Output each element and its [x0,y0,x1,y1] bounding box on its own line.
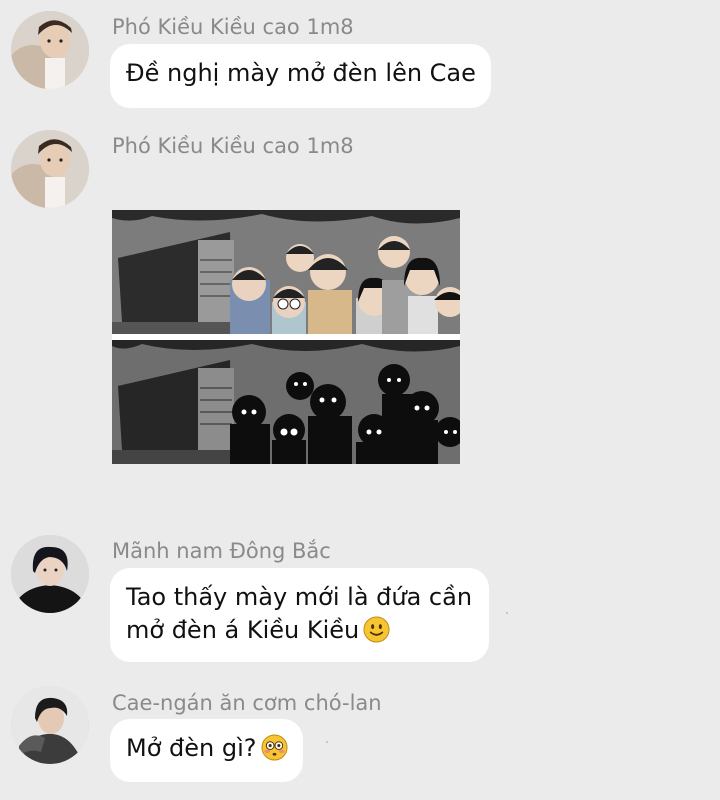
message-bubble[interactable]: Đề nghị mày mở đèn lên Cae [110,44,491,108]
message-text: Mở đèn gì? [126,734,257,762]
flushed-face-icon [260,734,288,761]
message-bubble[interactable]: Mở đèn gì? [110,719,303,782]
sender-name: Phó Kiều Kiều cao 1m8 [112,15,354,39]
message-text: mở đèn á Kiều Kiều [126,616,360,644]
avatar-cae[interactable] [11,686,89,764]
avatar-pho-kieu-kieu[interactable] [11,11,89,89]
slightly-smiling-face-icon [363,616,390,643]
message-text: Đề nghị mày mở đèn lên Cae [126,59,476,87]
message-text-line-2: mở đèn á Kiều Kiều [126,614,474,647]
stray-mark [326,741,328,743]
message-text-line-1: Tao thấy mày mới là đứa cần [126,583,473,611]
sender-name: Phó Kiều Kiều cao 1m8 [112,134,354,158]
message-text-line: Mở đèn gì? [126,732,288,765]
message-bubble[interactable]: Tao thấy mày mới là đứa cần mở đèn á Kiề… [110,568,489,662]
avatar-manh-nam-dong-bac[interactable] [11,535,89,613]
comic-image[interactable] [112,210,460,464]
sender-name: Cae-ngán ăn cơm chó-lan [112,691,382,715]
sender-name: Mãnh nam Đông Bắc [112,539,331,563]
stray-mark [506,612,508,614]
avatar-pho-kieu-kieu[interactable] [11,130,89,208]
